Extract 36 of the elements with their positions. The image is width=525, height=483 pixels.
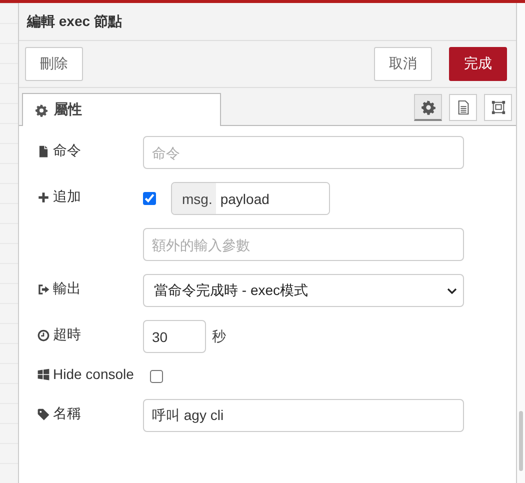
field-label: 命令: [53, 142, 81, 160]
field-label: Hide console: [53, 366, 134, 382]
description-tab[interactable]: [449, 94, 477, 121]
typed-input[interactable]: msg. payload: [171, 182, 330, 215]
done-button[interactable]: 完成: [449, 47, 507, 81]
checkbox[interactable]: [150, 370, 163, 382]
windows-icon: [37, 368, 50, 380]
file-icon: [37, 144, 50, 158]
sign-out-icon: [37, 282, 50, 296]
clock-icon: [37, 328, 50, 342]
checkbox[interactable]: [143, 192, 156, 205]
unit-label: 秒: [212, 328, 226, 346]
chevron-down-icon: [447, 288, 457, 294]
output-dropdown[interactable]: 當命令完成時 - exec模式: [143, 274, 464, 307]
arguments-field[interactable]: 額外的輸入參數: [143, 228, 464, 261]
delete-button[interactable]: 刪除: [25, 47, 83, 81]
field-label: 名稱: [53, 405, 81, 423]
field-label: 超時: [53, 326, 81, 344]
type-prefix[interactable]: msg.: [172, 183, 216, 214]
field-label: 輸出: [53, 280, 81, 298]
cancel-button[interactable]: 取消: [374, 47, 432, 81]
settings-tab[interactable]: [414, 94, 442, 121]
frame-icon: [490, 100, 506, 115]
field-label: 追加: [53, 188, 81, 206]
gear-icon: [420, 100, 436, 114]
tag-icon: [37, 408, 50, 420]
command-field[interactable]: 命令: [143, 136, 464, 169]
scrollbar[interactable]: [519, 411, 523, 471]
plus-icon: [37, 190, 50, 204]
properties-tab[interactable]: 屬性: [22, 93, 221, 126]
gear-icon: [35, 104, 48, 116]
dialog-title: 編輯 exec 節點: [27, 12, 122, 30]
timeout-field[interactable]: 30: [143, 320, 206, 353]
document-icon: [456, 100, 470, 115]
appearance-tab[interactable]: [484, 94, 512, 121]
name-field[interactable]: 呼叫 agy cli: [143, 399, 464, 432]
